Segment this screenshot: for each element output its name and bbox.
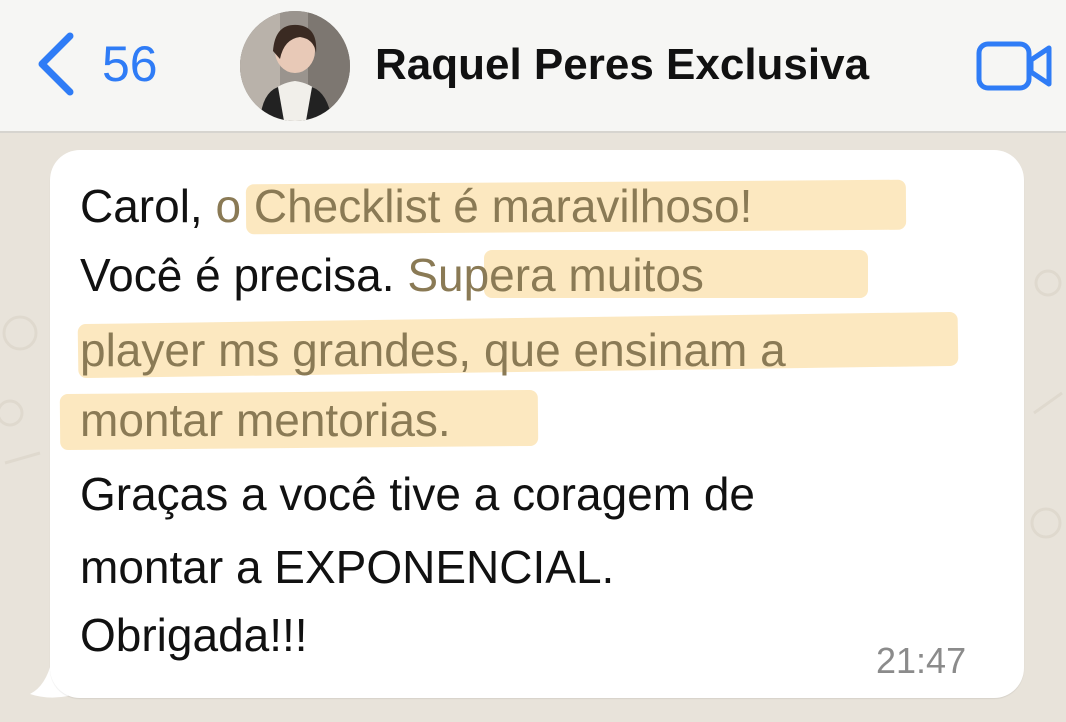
back-button[interactable]: 56 bbox=[36, 28, 158, 100]
highlighted-text: player ms grandes, que ensinam a bbox=[80, 324, 786, 376]
message-line: Você é precisa. Supera muitos bbox=[80, 252, 704, 298]
chevron-left-icon bbox=[36, 32, 76, 96]
highlighted-text: o Checklist é maravilhoso! bbox=[215, 180, 753, 232]
message-text: Obrigada!!! bbox=[80, 609, 308, 661]
message-timestamp: 21:47 bbox=[876, 640, 967, 681]
highlighted-text: montar mentorias. bbox=[80, 394, 451, 446]
chat-header: 56 Raquel Peres Exclusiva bbox=[0, 0, 1066, 133]
unread-count: 56 bbox=[102, 36, 158, 92]
message-text: Você é precisa. bbox=[80, 249, 408, 301]
message-text: Graças a você tive a coragem de bbox=[80, 468, 755, 520]
message-line: Carol, o Checklist é maravilhoso! bbox=[80, 183, 752, 229]
contact-name[interactable]: Raquel Peres Exclusiva bbox=[375, 40, 869, 90]
avatar[interactable] bbox=[240, 11, 350, 121]
message-text: montar a EXPONENCIAL. bbox=[80, 541, 615, 593]
highlighted-text: Supera muitos bbox=[407, 249, 704, 301]
video-call-button[interactable] bbox=[975, 40, 1055, 97]
video-camera-icon bbox=[975, 41, 1055, 96]
message-text: Carol, bbox=[80, 180, 216, 232]
